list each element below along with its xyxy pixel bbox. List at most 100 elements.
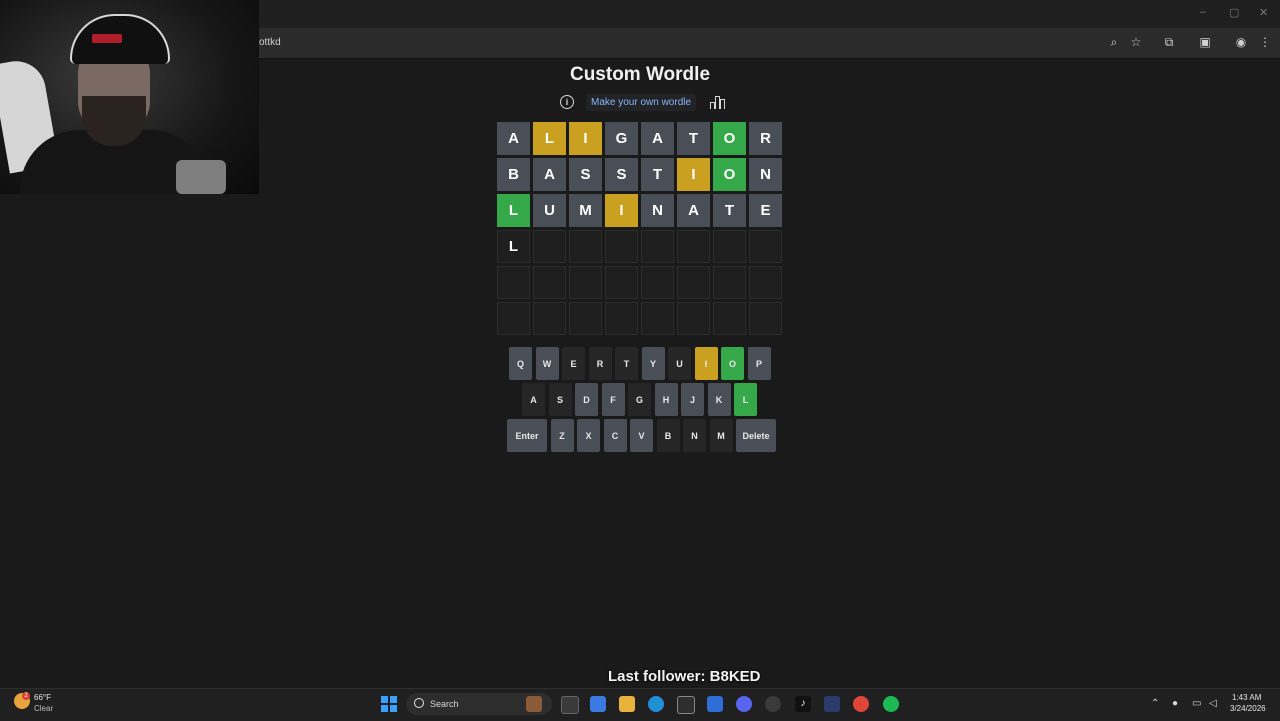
key-q[interactable]: Q [509, 347, 532, 380]
key-p[interactable]: P [747, 347, 771, 380]
tile: L [533, 122, 566, 155]
tile: L [497, 194, 530, 227]
tile [677, 302, 710, 335]
tile [533, 230, 566, 263]
mail-icon[interactable] [707, 696, 723, 712]
url-text[interactable]: ottkd [259, 37, 281, 48]
store-icon[interactable] [677, 696, 695, 714]
app-icon[interactable] [824, 696, 840, 712]
tile: I [677, 158, 710, 191]
key-enter[interactable]: Enter [507, 419, 547, 452]
close-button[interactable]: ✕ [1259, 6, 1268, 19]
key-a[interactable]: A [522, 383, 545, 416]
key-e[interactable]: E [562, 347, 585, 380]
key-f[interactable]: F [601, 383, 625, 416]
tile: E [749, 194, 782, 227]
key-delete[interactable]: Delete [736, 419, 776, 452]
tile: I [569, 122, 602, 155]
tile: U [533, 194, 566, 227]
chrome-icon[interactable] [853, 696, 869, 712]
key-z[interactable]: Z [550, 419, 574, 452]
tile: A [677, 194, 710, 227]
taskbar [0, 688, 1280, 721]
key-b[interactable]: B [656, 419, 680, 452]
weather-badge: 2 [22, 692, 30, 700]
file-explorer-icon[interactable] [619, 696, 635, 712]
key-d[interactable]: D [575, 383, 598, 416]
menu-icon[interactable]: ⋮ [1258, 35, 1272, 49]
key-n[interactable]: N [683, 419, 706, 452]
cap-logo [92, 34, 122, 43]
key-g[interactable]: G [628, 383, 651, 416]
background-lamp [176, 160, 226, 194]
profile-icon[interactable]: ◉ [1234, 35, 1248, 49]
tile: A [497, 122, 530, 155]
windows-start-icon[interactable] [381, 696, 397, 712]
steam-icon[interactable] [765, 696, 781, 712]
key-h[interactable]: H [654, 383, 678, 416]
network-icon[interactable]: ▭ [1192, 698, 1201, 709]
weather-desc[interactable]: Clear [34, 704, 53, 713]
tile: O [713, 158, 746, 191]
weather-temp[interactable]: 66°F [34, 693, 51, 702]
key-k[interactable]: K [707, 383, 731, 416]
key-w[interactable]: W [535, 347, 559, 380]
tile [713, 230, 746, 263]
taskbar-search-text[interactable]: Search [430, 699, 459, 709]
tile [569, 266, 602, 299]
key-c[interactable]: C [603, 419, 627, 452]
info-icon[interactable]: i [560, 95, 574, 109]
maximize-button[interactable]: ▢ [1229, 6, 1239, 19]
stats-icon[interactable] [710, 96, 725, 109]
tile [713, 266, 746, 299]
key-s[interactable]: S [548, 383, 572, 416]
key-o[interactable]: O [721, 347, 744, 380]
last-follower-overlay: Last follower: B8KED [608, 668, 761, 685]
task-view-icon[interactable] [561, 696, 579, 714]
tile: O [713, 122, 746, 155]
tile: N [641, 194, 674, 227]
tile: R [749, 122, 782, 155]
minimize-button[interactable]: – [1200, 6, 1206, 18]
key-i[interactable]: I [694, 347, 718, 380]
microphone-icon[interactable]: ● [1172, 698, 1178, 709]
clock-time[interactable]: 1:43 AM [1232, 693, 1261, 702]
key-r[interactable]: R [588, 347, 612, 380]
zoom-icon[interactable]: ⌕ [1107, 35, 1121, 49]
key-j[interactable]: J [681, 383, 704, 416]
key-x[interactable]: X [577, 419, 600, 452]
tile: M [569, 194, 602, 227]
tile: N [749, 158, 782, 191]
discord-icon[interactable] [736, 696, 752, 712]
tile: I [605, 194, 638, 227]
tile: G [605, 122, 638, 155]
key-u[interactable]: U [668, 347, 691, 380]
clock-date[interactable]: 3/24/2026 [1230, 704, 1266, 713]
tile [713, 302, 746, 335]
search-icon [414, 698, 424, 708]
tile [569, 302, 602, 335]
key-l[interactable]: L [734, 383, 757, 416]
tile [569, 230, 602, 263]
tray-overflow-icon[interactable]: ⌃ [1151, 698, 1159, 709]
extensions-icon[interactable]: ⧉ [1162, 35, 1176, 49]
tile [641, 266, 674, 299]
key-v[interactable]: V [630, 419, 653, 452]
tile: T [713, 194, 746, 227]
tile [677, 266, 710, 299]
key-y[interactable]: Y [641, 347, 665, 380]
page-title: Custom Wordle [569, 64, 711, 85]
tiktok-icon[interactable]: ♪ [795, 696, 811, 712]
key-t[interactable]: T [615, 347, 638, 380]
volume-icon[interactable]: ◁ [1209, 698, 1217, 709]
tile: T [677, 122, 710, 155]
copilot-icon[interactable] [590, 696, 606, 712]
star-icon[interactable]: ☆ [1129, 35, 1143, 49]
tile [641, 230, 674, 263]
edge-icon[interactable] [648, 696, 664, 712]
tab-search-icon[interactable]: ▣ [1198, 35, 1212, 49]
tile [749, 302, 782, 335]
spotify-icon[interactable] [883, 696, 899, 712]
key-m[interactable]: M [709, 419, 733, 452]
make-your-own-link[interactable]: Make your own wordle [586, 94, 697, 111]
